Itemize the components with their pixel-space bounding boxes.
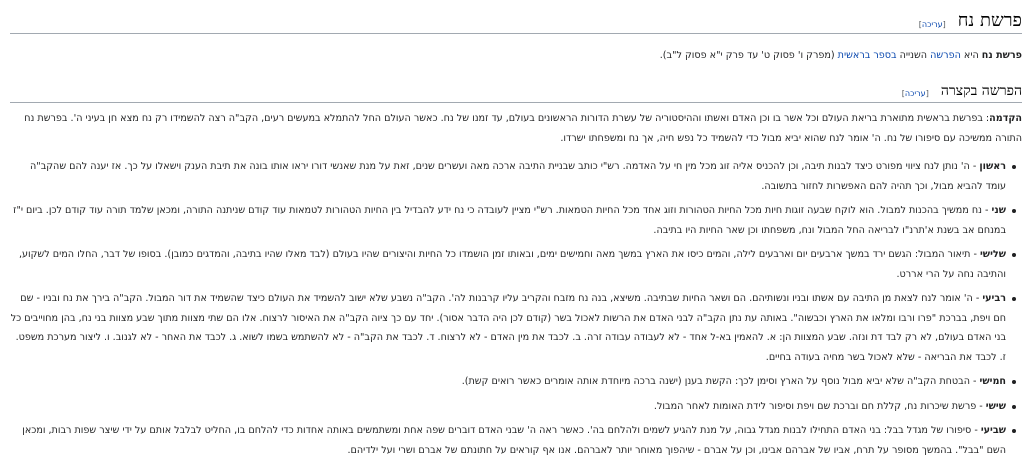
item-text: - פרשת שיכרות נח, קללת חם וברכת שם ויפת … [653,400,986,412]
list-item: שישי - פרשת שיכרות נח, קללת חם וברכת שם … [10,397,1016,417]
title-row: פרשת נח [עריכה] [10,0,1022,34]
list-item: שביעי - סיפורו של מגדל בבל: בני האדם התח… [10,421,1016,460]
list-item: חמישי - הבטחת הקב"ה שלא יביא מבול נוסף ע… [10,372,1016,392]
item-label: רביעי [982,293,1006,304]
link-bereshit[interactable]: בספר בראשית [838,50,897,61]
item-text: - תיאור המבול: הגשם ירד במשך ארבעים יום … [18,249,1006,280]
item-label: ראשון [979,161,1006,172]
item-label: חמישי [979,376,1006,387]
item-text: - ה' נותן לנח ציווי מפורט כיצד לבנות תיב… [30,161,1006,192]
intro-summary-paragraph: הקדמה: בפרשת בראשית מתוארת בריאת העולם ו… [10,109,1022,149]
intro-name: פרשת נח [981,50,1022,61]
section-heading-row: הפרשה בקצרה [עריכה] [10,78,1022,103]
page-title: פרשת נח [957,10,1022,31]
edit-section-link[interactable]: [עריכה] [902,89,929,102]
item-text: - נח ממשיך בהכנות למבול. הוא לוקח שבעה ז… [13,205,1006,236]
intro-paragraph: פרשת נח היא הפרשה השנייה בספר בראשית (מפ… [10,48,1022,64]
list-item: ראשון - ה' נותן לנח ציווי מפורט כיצד לבנ… [10,157,1016,196]
item-text: - הבטחת הקב"ה שלא יביא מבול נוסף על הארץ… [461,376,980,387]
item-text: - סיפורו של מגדל בבל: בני האדם התחילו לב… [22,425,1006,456]
intro-text-3: (מפרק ו' פסוק ט' עד פרק י"א פסוק ל"ב). [659,50,838,61]
list-item: שני - נח ממשיך בהכנות למבול. הוא לוקח שב… [10,201,1016,240]
item-label: שלישי [979,249,1006,260]
item-label: שביעי [980,425,1006,436]
edit-link[interactable]: עריכה [922,20,943,29]
article: פרשת נח [עריכה] פרשת נח היא הפרשה השנייה… [10,0,1022,460]
section-heading: הפרשה בקצרה [940,83,1022,99]
intro-summary-text: : בפרשת בראשית מתוארת בריאת העולם וכל אש… [24,113,1022,144]
aliyot-list: ראשון - ה' נותן לנח ציווי מפורט כיצד לבנ… [10,157,1022,460]
link-parasha[interactable]: הפרשה [930,50,961,61]
list-item: רביעי - ה' אומר לנח לצאת מן התיבה עם אשת… [10,289,1016,367]
edit-section-link[interactable]: [עריכה] [919,20,946,33]
edit-link[interactable]: עריכה [905,89,926,98]
item-label: שישי [985,400,1006,412]
intro-label: הקדמה [989,113,1022,124]
intro-text-1: היא [960,50,982,61]
list-item: שלישי - תיאור המבול: הגשם ירד במשך ארבעי… [10,245,1016,284]
item-text: - ה' אומר לנח לצאת מן התיבה עם אשתו ובני… [10,293,1006,363]
item-label: שני [991,205,1006,216]
intro-text-2: השנייה [896,50,931,61]
